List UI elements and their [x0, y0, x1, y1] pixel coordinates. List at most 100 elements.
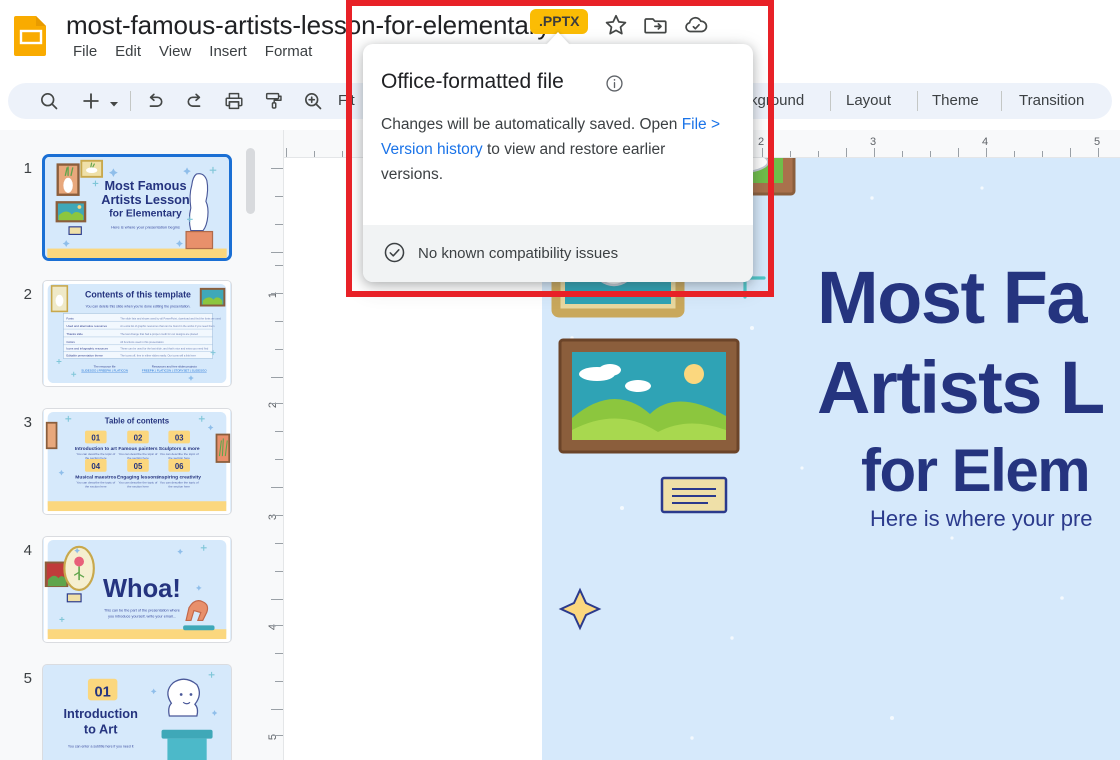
zoom-icon[interactable] — [302, 90, 324, 112]
undo-icon[interactable] — [144, 90, 166, 112]
tooltip-body: Changes will be automatically saved. Ope… — [381, 112, 726, 187]
ruler-tick — [275, 681, 283, 682]
menu-item-edit[interactable]: Edit — [106, 40, 150, 64]
print-icon[interactable] — [223, 90, 245, 112]
search-icon[interactable] — [38, 90, 60, 112]
ruler-tick — [958, 148, 959, 157]
svg-text:You can enter a subtitle here: You can enter a subtitle here if you nee… — [68, 744, 134, 748]
menu-item-format[interactable]: Format — [256, 40, 322, 64]
svg-text:Most Famous: Most Famous — [104, 178, 186, 193]
ruler-tick — [271, 377, 283, 378]
ruler-tick — [271, 293, 283, 294]
svg-text:Contents of this template: Contents of this template — [85, 290, 191, 300]
office-file-tooltip[interactable]: Office-formatted file Changes will be au… — [363, 44, 753, 282]
menu-item-view[interactable]: View — [150, 40, 200, 64]
menu-item-insert[interactable]: Insert — [200, 40, 256, 64]
svg-text:for Elementary: for Elementary — [109, 208, 182, 219]
svg-text:06: 06 — [175, 462, 184, 471]
svg-text:This can be the part of the pr: This can be the part of the presentation… — [104, 609, 180, 613]
ruler-tick — [275, 431, 283, 432]
slide-thumbnail-1[interactable]: Most Famous Artists Lesson for Elementar… — [42, 154, 232, 261]
ruler-tick — [1014, 151, 1015, 157]
ruler-tick — [286, 148, 287, 157]
slide-subtitle-text[interactable]: Here is where your pre — [870, 506, 1093, 532]
menu-item-file[interactable]: File — [64, 40, 106, 64]
toolbar-layout-button[interactable]: Layout — [846, 92, 891, 109]
slide-thumbnail-5[interactable]: 01 Introduction to Art You can enter a s… — [42, 664, 232, 760]
svg-text:An extra list of graphic resou: An extra list of graphic resources that … — [120, 324, 215, 328]
ruler-tick — [275, 653, 283, 654]
ruler-tick — [902, 151, 903, 157]
ruler-tick — [1070, 148, 1071, 157]
ruler-tick — [271, 487, 283, 488]
ruler-tick — [790, 151, 791, 157]
move-to-folder-icon[interactable] — [643, 12, 669, 38]
tooltip-title: Office-formatted file — [381, 70, 564, 94]
ruler-tick — [762, 148, 763, 157]
slide-filmstrip[interactable]: 1 — [0, 130, 258, 760]
ruler-tick — [275, 224, 283, 225]
info-icon[interactable] — [605, 74, 624, 93]
svg-text:you introduce yourself, write: you introduce yourself, write your email… — [108, 614, 176, 618]
svg-text:Thanks slide: Thanks slide — [66, 332, 83, 336]
slide-thumbnail-3[interactable]: Table of contents 01 02 03 04 05 06 Intr… — [42, 408, 232, 515]
slide-number: 3 — [14, 414, 32, 431]
star-icon[interactable] — [603, 12, 629, 38]
slide-title-text[interactable]: Most Fa Artists L for Elem — [817, 253, 1120, 507]
tooltip-arrow — [546, 32, 570, 45]
toolbar-divider — [917, 91, 918, 111]
ruler-label-h4: 4 — [982, 136, 988, 148]
svg-text:to Art: to Art — [84, 722, 118, 737]
cloud-saved-icon[interactable] — [683, 12, 709, 38]
svg-text:Fonts: Fonts — [66, 316, 74, 320]
chevron-down-icon[interactable] — [109, 96, 119, 106]
filmstrip-scrollbar[interactable] — [246, 148, 255, 214]
svg-text:These can be used for the last: These can be used for the last slide, an… — [120, 347, 208, 351]
zoom-level-label[interactable]: Fit — [338, 92, 355, 109]
svg-text:Here is where your presentatio: Here is where your presentation begins — [111, 225, 180, 230]
vertical-ruler[interactable]: 1 2 3 4 5 — [258, 130, 284, 760]
slide-number: 5 — [14, 670, 32, 687]
toolbar-theme-button[interactable]: Theme — [932, 92, 979, 109]
svg-text:the section here: the section here — [127, 456, 149, 460]
highlight-box-top-edge — [346, 0, 774, 6]
ruler-tick — [275, 459, 283, 460]
check-circle-icon — [383, 241, 406, 264]
redo-icon[interactable] — [184, 90, 206, 112]
svg-text:All functions used in this pre: All functions used in this presentation — [120, 340, 164, 344]
file-format-badge[interactable]: .PPTX — [530, 9, 588, 34]
svg-text:Icons and infographic resource: Icons and infographic resources — [66, 347, 108, 351]
toolbar-background-button[interactable]: kground — [750, 92, 804, 109]
tooltip-footer: No known compatibility issues — [363, 225, 753, 282]
add-slide-icon[interactable] — [80, 90, 102, 112]
ruler-tick — [314, 151, 315, 157]
ruler-tick — [986, 148, 987, 157]
svg-text:01: 01 — [91, 433, 100, 442]
ruler-tick — [275, 571, 283, 572]
ruler-tick — [271, 515, 283, 516]
toolbar-transition-button[interactable]: Transition — [1019, 92, 1084, 109]
ruler-tick — [930, 151, 931, 157]
svg-text:Colors: Colors — [66, 340, 75, 344]
svg-text:Table of contents: Table of contents — [105, 417, 170, 426]
paint-format-icon[interactable] — [263, 90, 285, 112]
document-title[interactable]: most-famous-artists-lesson-for-elementar… — [66, 8, 550, 42]
ruler-tick — [271, 625, 283, 626]
ruler-tick — [275, 543, 283, 544]
ruler-label-h5: 5 — [1094, 136, 1100, 148]
slide-thumbnail-4[interactable]: Whoa! This can be the part of the presen… — [42, 536, 232, 643]
svg-text:SLIDESGO | FREEPIK | FLATICON: SLIDESGO | FREEPIK | FLATICON — [81, 368, 128, 372]
slide-thumbnail-2[interactable]: Contents of this template You can delete… — [42, 280, 232, 387]
ruler-tick — [1098, 148, 1099, 157]
slide-number: 4 — [14, 542, 32, 559]
slide-number: 1 — [14, 160, 32, 177]
svg-text:FREEPIK | FLATICON | STORYSET: FREEPIK | FLATICON | STORYSET | SLIDESGO — [142, 368, 207, 372]
ruler-tick — [874, 148, 875, 157]
ruler-tick — [818, 151, 819, 157]
svg-text:01: 01 — [94, 684, 110, 700]
toolbar-divider — [1001, 91, 1002, 111]
ruler-tick — [1042, 151, 1043, 157]
svg-text:the section here: the section here — [168, 485, 190, 489]
toolbar-divider — [830, 91, 831, 111]
svg-text:the section here: the section here — [85, 485, 107, 489]
